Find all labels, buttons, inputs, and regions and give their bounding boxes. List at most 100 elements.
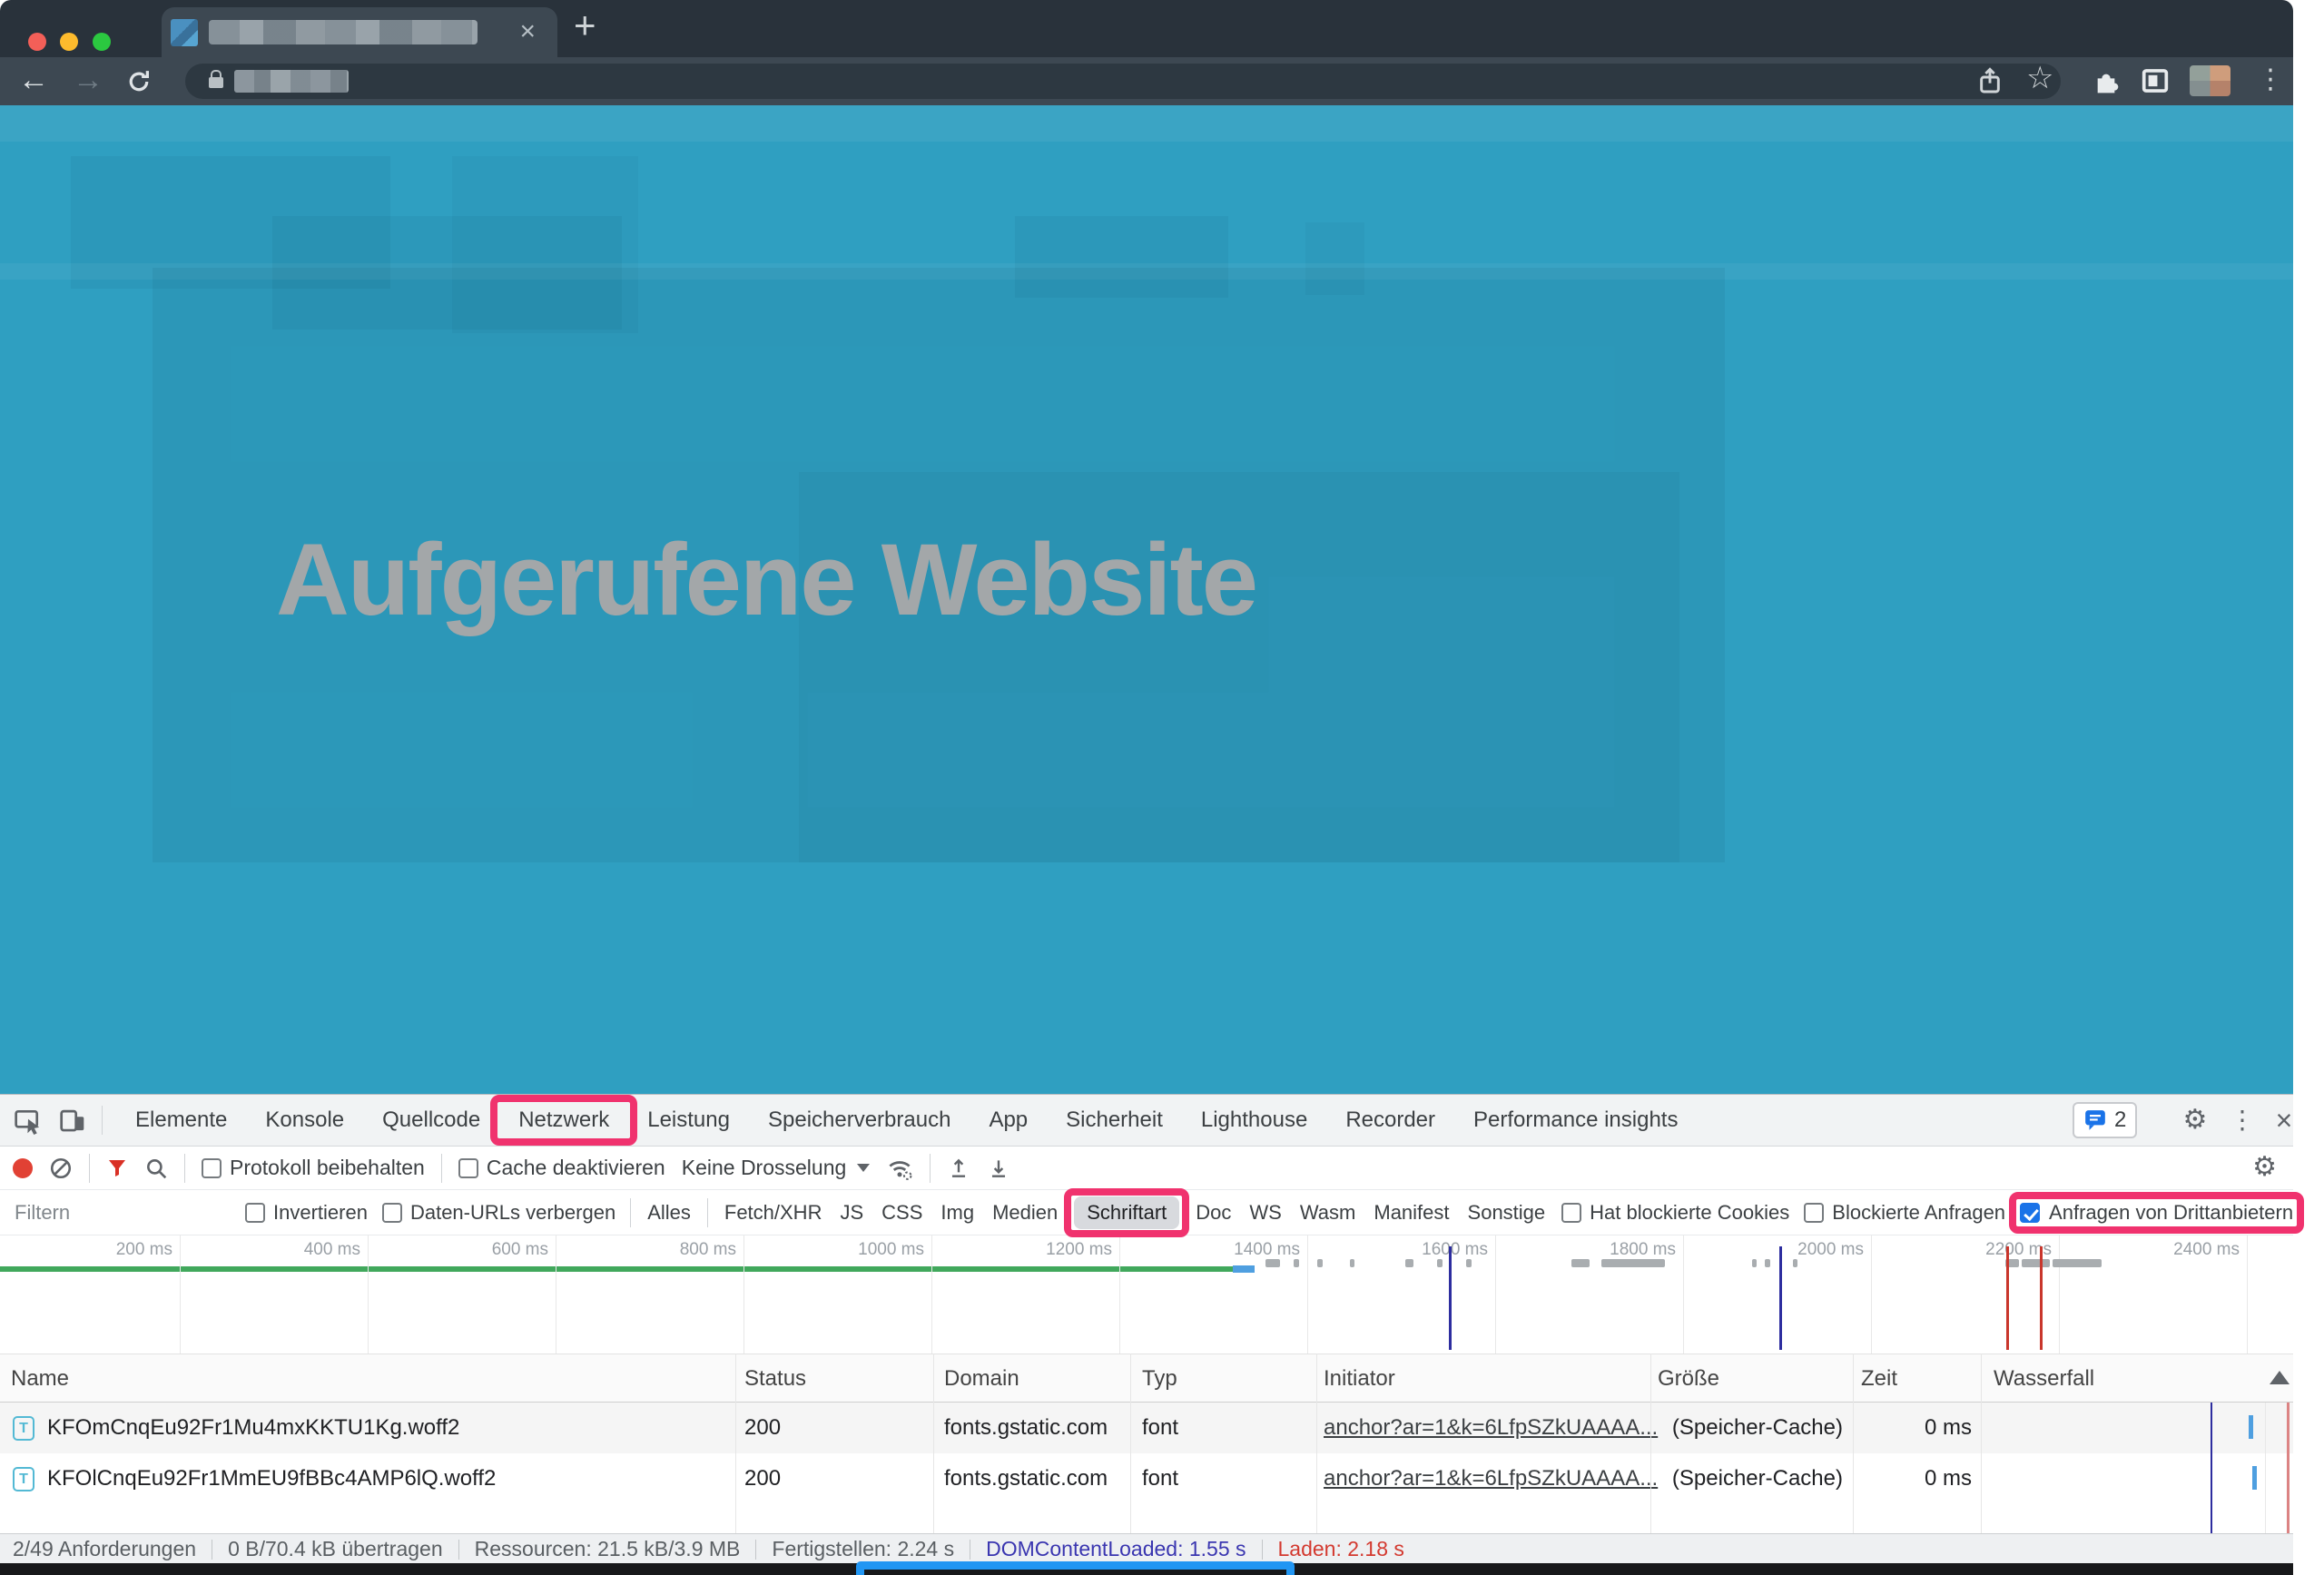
table-row[interactable]: TKFOlCnqEu92Fr1MmEU9fBBc4AMP6lQ.woff2200… [0, 1453, 2293, 1504]
filter-chip-label: Img [940, 1201, 974, 1224]
devtools-tab-elemente[interactable]: Elemente [116, 1095, 246, 1146]
divider [89, 1154, 90, 1183]
initiator-link[interactable]: anchor?ar=1&k=6LfpSZkUAAAA... [1324, 1403, 1658, 1453]
browser-tab[interactable]: × [162, 7, 557, 57]
column-header-name[interactable]: Name [11, 1354, 69, 1403]
filter-chip-alles[interactable]: Alles [645, 1196, 693, 1229]
browser-menu-button[interactable]: ⋮ [2257, 66, 2284, 94]
devtools-tab-lighthouse[interactable]: Lighthouse [1182, 1095, 1326, 1146]
column-header-domain[interactable]: Domain [944, 1354, 1019, 1403]
filter-chip-ws[interactable]: WS [1247, 1196, 1283, 1229]
hide-data-urls-label: Daten-URLs verbergen [410, 1201, 615, 1225]
search-icon[interactable] [144, 1157, 168, 1180]
invert-checkbox[interactable]: Invertieren [245, 1201, 368, 1225]
filter-chip-img[interactable]: Img [939, 1196, 976, 1229]
column-separator [1650, 1354, 1651, 1533]
devtools-tab-netzwerk[interactable]: Netzwerk [499, 1095, 628, 1146]
blocked-cookies-checkbox[interactable]: Hat blockierte Cookies [1561, 1201, 1789, 1225]
issues-count: 2 [2114, 1107, 2126, 1133]
devtools-settings-gear-icon[interactable]: ⚙ [2177, 1095, 2213, 1146]
column-header-status[interactable]: Status [744, 1354, 806, 1403]
close-window-button[interactable] [28, 33, 46, 51]
column-header-initiator[interactable]: Initiator [1324, 1354, 1395, 1403]
issues-badge[interactable]: 2 [2073, 1102, 2137, 1138]
network-overview-timeline[interactable]: 200 ms400 ms600 ms800 ms1000 ms1200 ms14… [0, 1235, 2293, 1354]
column-separator [1853, 1354, 1854, 1533]
overview-request-bar [1793, 1259, 1797, 1267]
import-har-icon[interactable] [947, 1157, 970, 1180]
column-header-typ[interactable]: Typ [1142, 1354, 1177, 1403]
devtools-tab-konsole[interactable]: Konsole [246, 1095, 363, 1146]
forward-button[interactable]: → [73, 64, 103, 95]
devtools-tab-speicherverbrauch[interactable]: Speicherverbrauch [749, 1095, 970, 1146]
waterfall-dcl-line [2211, 1403, 2212, 1533]
filter-input[interactable] [13, 1200, 231, 1226]
column-header-gr-e[interactable]: Größe [1658, 1354, 1719, 1403]
timeline-tick-label: 1800 ms [1576, 1240, 1676, 1260]
filter-chip-css[interactable]: CSS [880, 1196, 924, 1229]
filter-chip-label: Wasm [1300, 1201, 1356, 1224]
filter-chip-schriftart[interactable]: Schriftart [1074, 1196, 1179, 1229]
minimize-window-button[interactable] [60, 33, 78, 51]
export-har-icon[interactable] [987, 1157, 1010, 1180]
devtools-tab-recorder[interactable]: Recorder [1326, 1095, 1454, 1146]
network-settings-gear-icon[interactable]: ⚙ [2252, 1151, 2277, 1183]
disable-cache-checkbox[interactable]: Cache deaktivieren [458, 1156, 665, 1180]
throttling-select[interactable]: Keine Drosselung [682, 1156, 871, 1180]
checkbox[interactable] [245, 1203, 265, 1223]
new-tab-button[interactable]: + [574, 4, 596, 47]
profile-avatar[interactable] [2190, 65, 2230, 96]
tab-close-icon[interactable]: × [519, 15, 536, 49]
filter-chip-manifest[interactable]: Manifest [1372, 1196, 1451, 1229]
filter-chip-doc[interactable]: Doc [1194, 1196, 1233, 1229]
record-button[interactable] [13, 1158, 33, 1178]
column-header-wasserfall[interactable]: Wasserfall [1994, 1354, 2094, 1403]
devtools-tab-app[interactable]: App [970, 1095, 1047, 1146]
checkbox[interactable] [1804, 1203, 1824, 1223]
checkbox-checked[interactable] [2020, 1203, 2040, 1223]
type-cell: font [1142, 1403, 1178, 1453]
devtools-tab-sicherheit[interactable]: Sicherheit [1047, 1095, 1182, 1146]
back-button[interactable]: ← [18, 64, 49, 95]
side-panel-button[interactable] [2141, 66, 2170, 95]
timeline-tick-label: 1200 ms [1012, 1240, 1112, 1260]
sort-ascending-icon[interactable] [2270, 1371, 2290, 1384]
network-conditions-icon[interactable] [886, 1155, 913, 1182]
filter-chip-js[interactable]: JS [838, 1196, 865, 1229]
checkbox[interactable] [458, 1158, 478, 1178]
filter-chip-medien[interactable]: Medien [990, 1196, 1059, 1229]
timeline-tick-label: 2400 ms [2140, 1240, 2240, 1260]
column-header-zeit[interactable]: Zeit [1861, 1354, 1897, 1403]
checkbox[interactable] [382, 1203, 402, 1223]
device-toolbar-icon[interactable] [58, 1106, 87, 1135]
clear-icon[interactable] [49, 1157, 73, 1180]
filter-chip-sonstige[interactable]: Sonstige [1466, 1196, 1548, 1229]
devtools-tab-performance-insights[interactable]: Performance insights [1454, 1095, 1697, 1146]
inspect-element-icon[interactable] [13, 1105, 44, 1136]
preserve-log-checkbox[interactable]: Protokoll beibehalten [202, 1156, 425, 1180]
extensions-button[interactable] [2092, 66, 2121, 95]
reload-icon [125, 68, 153, 95]
timeline-tick-label: 1000 ms [824, 1240, 924, 1260]
checkbox[interactable] [202, 1158, 222, 1178]
address-bar[interactable] [185, 64, 2061, 99]
devtools-close-icon[interactable]: × [2266, 1095, 2302, 1146]
bookmark-star-icon[interactable]: ☆ [2026, 63, 2053, 94]
share-button[interactable] [1975, 66, 2004, 95]
devtools-tab-leistung[interactable]: Leistung [628, 1095, 749, 1146]
third-party-checkbox[interactable]: Anfragen von Drittanbietern [2020, 1201, 2293, 1225]
maximize-window-button[interactable] [93, 33, 111, 51]
table-row[interactable]: TKFOmCnqEu92Fr1Mu4mxKKTU1Kg.woff2200font… [0, 1403, 2293, 1453]
reload-button[interactable] [125, 68, 153, 95]
filter-funnel-icon[interactable] [106, 1157, 128, 1179]
hide-data-urls-checkbox[interactable]: Daten-URLs verbergen [382, 1201, 615, 1225]
blocked-requests-checkbox[interactable]: Blockierte Anfragen [1804, 1201, 2005, 1225]
initiator-link[interactable]: anchor?ar=1&k=6LfpSZkUAAAA... [1324, 1453, 1658, 1504]
waterfall-bar [2252, 1466, 2257, 1490]
devtools-tab-quellcode[interactable]: Quellcode [363, 1095, 499, 1146]
checkbox[interactable] [1561, 1203, 1581, 1223]
devtools-menu-dots-icon[interactable]: ⋮ [2226, 1095, 2259, 1146]
filter-chip-wasm[interactable]: Wasm [1298, 1196, 1358, 1229]
filter-chip-fetch-xhr[interactable]: Fetch/XHR [723, 1196, 824, 1229]
overview-request-bar [1405, 1259, 1413, 1267]
